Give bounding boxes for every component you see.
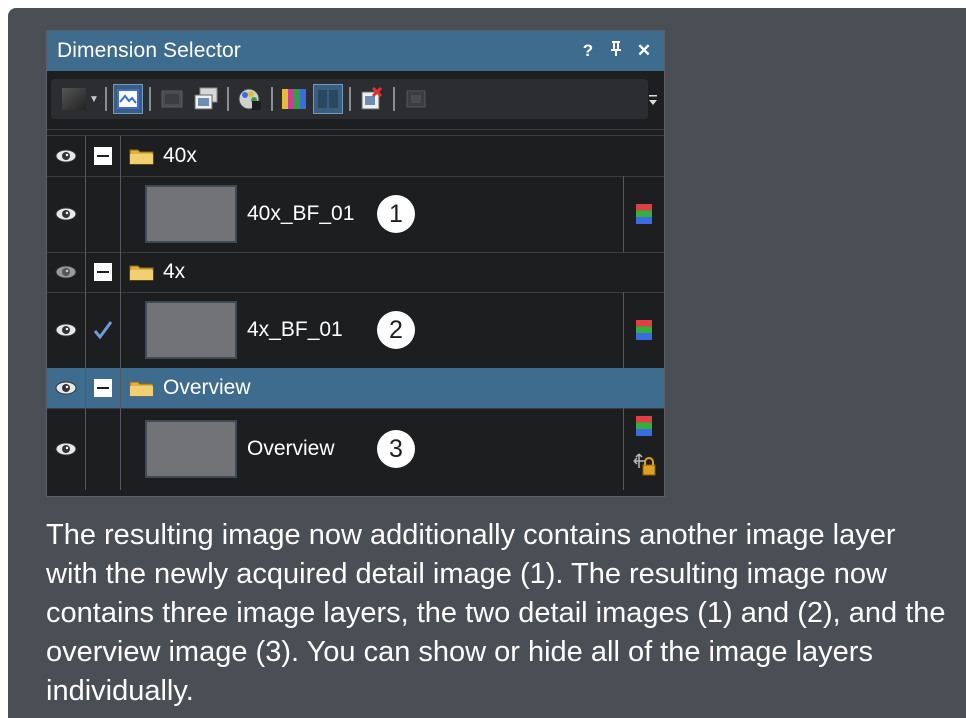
eye-icon xyxy=(55,207,77,221)
layer-row-40x[interactable]: 40x xyxy=(47,136,664,177)
eye-icon xyxy=(55,265,77,279)
layer-label: 4x xyxy=(163,260,186,283)
folder-icon xyxy=(129,381,154,397)
visibility-toggle[interactable] xyxy=(47,252,86,292)
folder-icon xyxy=(129,265,154,281)
pin-button[interactable] xyxy=(602,40,630,62)
callout-ref: (1) xyxy=(697,597,733,629)
toolbar-overflow-button[interactable] xyxy=(648,93,658,108)
eye-icon xyxy=(55,442,77,456)
overflow-chevron-icon xyxy=(649,95,657,105)
layer-thumbnail xyxy=(145,301,237,359)
collapse-icon xyxy=(94,147,112,165)
channels-icon xyxy=(281,89,306,109)
visibility-toggle[interactable] xyxy=(47,408,86,490)
panel-title: Dimension Selector xyxy=(57,39,241,62)
channels-button[interactable] xyxy=(280,85,308,113)
layer-mode-icon xyxy=(62,88,86,110)
lock-move-icon xyxy=(633,453,656,476)
collapse-icon xyxy=(94,379,112,397)
palette-button[interactable] xyxy=(236,85,264,113)
disabled-square-icon xyxy=(406,90,426,108)
panel-toolbar: ▼ xyxy=(47,71,664,130)
split-view-button[interactable] xyxy=(312,84,343,114)
delete-layer-icon xyxy=(361,87,382,110)
caption-text: The resulting image now additionally con… xyxy=(46,516,946,711)
delete-layer-button[interactable] xyxy=(358,85,386,113)
layer-row-40x-bf-01[interactable]: 40x_BF_01 1 xyxy=(47,176,664,253)
image-copy-icon xyxy=(194,87,218,110)
help-button[interactable]: ? xyxy=(574,41,602,61)
visibility-toggle[interactable] xyxy=(47,368,86,408)
toolbar-separator xyxy=(226,87,229,111)
layer-label: Overview xyxy=(247,437,335,460)
toolbar-separator xyxy=(392,87,395,111)
callout-badge: 3 xyxy=(377,430,415,468)
panel-titlebar: Dimension Selector ? ✕ xyxy=(47,31,664,71)
layer-label: Overview xyxy=(163,376,251,399)
close-button[interactable]: ✕ xyxy=(630,41,658,61)
disabled-tool-button[interactable] xyxy=(158,85,186,113)
channel-cell[interactable] xyxy=(623,176,664,252)
folder-icon xyxy=(129,149,154,165)
collapse-icon xyxy=(94,263,112,281)
toolbar-separator xyxy=(104,87,107,111)
rgb-channel-icon xyxy=(636,204,652,224)
image-copy-button[interactable] xyxy=(192,85,220,113)
callout-badge: 2 xyxy=(377,311,415,349)
layer-row-4x-bf-01[interactable]: 4x_BF_01 2 xyxy=(47,292,664,369)
layer-row-4x[interactable]: 4x xyxy=(47,252,664,293)
select-checkbox[interactable] xyxy=(86,176,121,252)
layer-label: 4x_BF_01 xyxy=(247,318,343,341)
rgb-channel-icon xyxy=(636,320,652,340)
toolbar-separator xyxy=(270,87,273,111)
collapse-toggle[interactable] xyxy=(86,368,121,408)
callout-ref: (1) xyxy=(519,558,556,590)
callout-ref: (2) xyxy=(797,597,833,629)
image-view-button[interactable] xyxy=(112,84,143,114)
rgb-channel-icon xyxy=(636,416,652,436)
collapse-toggle[interactable] xyxy=(86,252,121,292)
row-extra xyxy=(624,136,664,176)
callout-ref: (3) xyxy=(255,636,291,668)
toolbar-separator xyxy=(348,87,351,111)
select-checkbox[interactable] xyxy=(86,408,121,490)
layer-row-overview-folder[interactable]: Overview xyxy=(47,368,664,409)
layer-thumbnail xyxy=(145,185,237,243)
channel-cell[interactable] xyxy=(623,408,664,490)
toolbar-strip: ▼ xyxy=(51,79,648,119)
caption-part: and xyxy=(732,597,798,629)
row-extra xyxy=(624,252,664,292)
disabled-tool-icon xyxy=(161,90,183,108)
visibility-toggle[interactable] xyxy=(47,136,86,176)
visibility-toggle[interactable] xyxy=(47,292,86,368)
layer-row-overview[interactable]: Overview 3 xyxy=(47,408,664,490)
dimension-selector-panel: Dimension Selector ? ✕ ▼ 40x 40x_BF_01 1… xyxy=(46,30,665,497)
visibility-toggle[interactable] xyxy=(47,176,86,252)
layer-label: 40x xyxy=(163,144,197,167)
layer-label: 40x_BF_01 xyxy=(247,202,355,225)
layer-tree: 40x 40x_BF_01 1 4x 4x_BF_01 2 Overview O… xyxy=(47,135,664,496)
pin-icon xyxy=(611,40,621,56)
page-background: Dimension Selector ? ✕ ▼ 40x 40x_BF_01 1… xyxy=(8,8,966,718)
callout-badge: 1 xyxy=(377,195,415,233)
eye-icon xyxy=(55,149,77,163)
split-view-icon xyxy=(317,90,338,108)
image-view-icon xyxy=(116,89,139,109)
select-checkbox[interactable] xyxy=(86,292,121,368)
eye-icon xyxy=(55,381,77,395)
eye-icon xyxy=(55,323,77,337)
channel-cell[interactable] xyxy=(623,292,664,368)
disabled-square-button[interactable] xyxy=(402,85,430,113)
layer-thumbnail xyxy=(145,420,237,478)
toolbar-separator xyxy=(148,87,151,111)
chevron-down-icon[interactable]: ▼ xyxy=(89,94,99,105)
row-extra xyxy=(624,368,664,408)
collapse-toggle[interactable] xyxy=(86,136,121,176)
checkmark-icon xyxy=(93,321,113,340)
layer-mode-button[interactable] xyxy=(60,85,88,113)
palette-icon xyxy=(238,88,261,110)
